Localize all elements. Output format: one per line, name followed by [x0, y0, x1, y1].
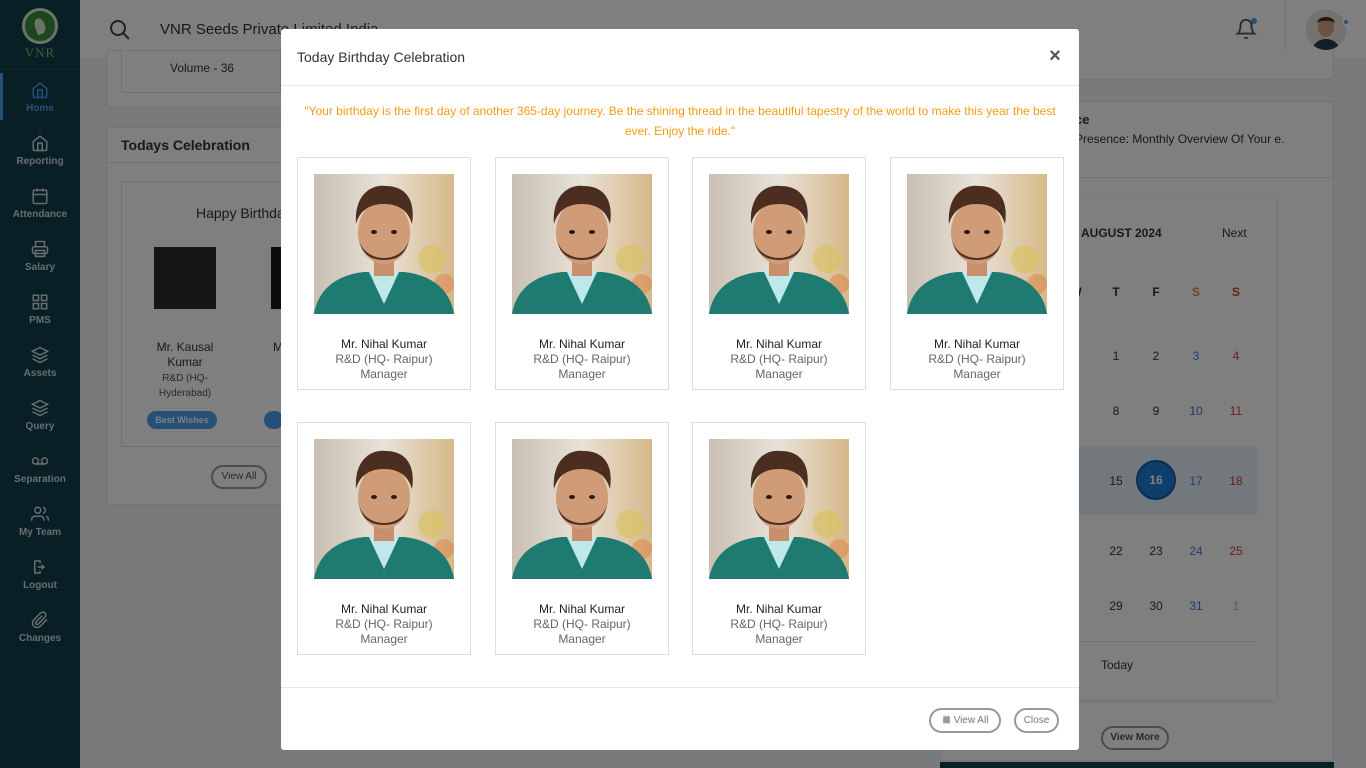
person-name: Mr. Nihal Kumar: [933, 337, 1021, 351]
person-card: Mr. Nihal Kumar R&D (HQ- Raipur) Manager: [495, 157, 669, 390]
person-dept: R&D (HQ- Raipur): [730, 617, 828, 631]
person-card: Mr. Nihal Kumar R&D (HQ- Raipur) Manager: [890, 157, 1064, 390]
person-role: Manager: [755, 367, 803, 381]
person-photo: [709, 174, 849, 314]
person-name: Mr. Nihal Kumar: [735, 337, 823, 351]
person-dept: R&D (HQ- Raipur): [335, 352, 433, 366]
person-role: Manager: [360, 632, 408, 646]
person-photo: [314, 174, 454, 314]
person-dept: R&D (HQ- Raipur): [533, 617, 631, 631]
person-role: Manager: [755, 632, 803, 646]
modal-header: Today Birthday Celebration ×: [281, 29, 1079, 86]
birthday-quote: "Your birthday is the first day of anoth…: [304, 104, 1056, 138]
close-icon[interactable]: ×: [1045, 46, 1065, 67]
person-card: Mr. Nihal Kumar R&D (HQ- Raipur) Manager: [692, 157, 866, 390]
calendar-icon: [942, 715, 950, 724]
person-photo: [512, 174, 652, 314]
view-all-button[interactable]: View All: [929, 708, 1001, 733]
person-role: Manager: [558, 367, 606, 381]
person-dept: R&D (HQ- Raipur): [928, 352, 1026, 366]
person-card: Mr. Nihal Kumar R&D (HQ- Raipur) Manager: [495, 422, 669, 655]
person-photo: [907, 174, 1047, 314]
person-name: Mr. Nihal Kumar: [538, 602, 626, 616]
person-photo: [709, 439, 849, 579]
person-photo: [512, 439, 652, 579]
person-card: Mr. Nihal Kumar R&D (HQ- Raipur) Manager: [297, 422, 471, 655]
divider: [281, 687, 1079, 688]
person-dept: R&D (HQ- Raipur): [335, 617, 433, 631]
person-role: Manager: [953, 367, 1001, 381]
person-card: Mr. Nihal Kumar R&D (HQ- Raipur) Manager: [297, 157, 471, 390]
person-name: Mr. Nihal Kumar: [340, 337, 428, 351]
person-role: Manager: [558, 632, 606, 646]
person-name: Mr. Nihal Kumar: [538, 337, 626, 351]
modal-title: Today Birthday Celebration: [297, 49, 466, 65]
person-dept: R&D (HQ- Raipur): [730, 352, 828, 366]
person-card: Mr. Nihal Kumar R&D (HQ- Raipur) Manager: [692, 422, 866, 655]
close-button[interactable]: Close: [1014, 708, 1059, 733]
person-name: Mr. Nihal Kumar: [340, 602, 428, 616]
birthday-modal: Today Birthday Celebration × "Your birth…: [281, 29, 1079, 750]
person-role: Manager: [360, 367, 408, 381]
person-name: Mr. Nihal Kumar: [735, 602, 823, 616]
person-photo: [314, 439, 454, 579]
person-dept: R&D (HQ- Raipur): [533, 352, 631, 366]
view-all-label: View All: [953, 715, 989, 726]
